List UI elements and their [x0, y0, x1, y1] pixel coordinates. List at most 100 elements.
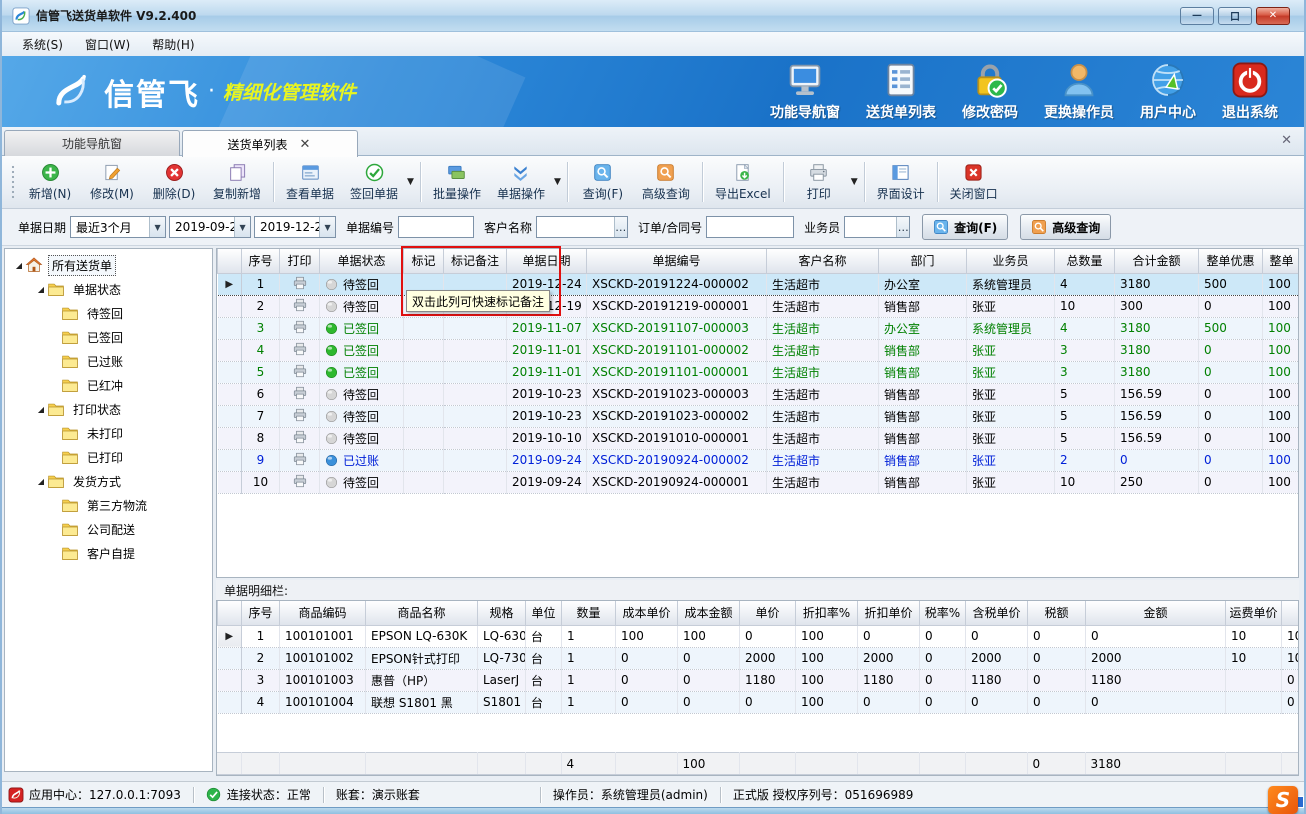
tree-item-已打印[interactable]: 已打印: [5, 445, 212, 469]
tree-item-已过账[interactable]: 已过账: [5, 349, 212, 373]
detail-row-4[interactable]: 4100101004联想 S1801 黑S1801台1000100000000: [218, 691, 1300, 713]
order-row-5[interactable]: 5已签回2019-11-01XSCKD-20191101-000001生活超市销…: [218, 361, 1300, 383]
detail-col-header[interactable]: 单价: [740, 601, 796, 625]
toolbar-chevrons-down-button[interactable]: 单据操作: [489, 159, 553, 205]
banner-action-lock-check[interactable]: 修改密码: [962, 62, 1018, 122]
strip-close-icon[interactable]: ✕: [1281, 133, 1292, 148]
minimize-button[interactable]: —: [1180, 7, 1214, 25]
detail-col-header[interactable]: 税额: [1028, 601, 1086, 625]
detail-col-header[interactable]: 商品名称: [366, 601, 478, 625]
tree-item-已红冲[interactable]: 已红冲: [5, 373, 212, 397]
order-row-3[interactable]: 3已签回2019-11-07XSCKD-20191107-000003生活超市办…: [218, 317, 1300, 339]
toolbar-copy-button[interactable]: 复制新增: [205, 159, 269, 205]
order-row-10[interactable]: 10待签回2019-09-24XSCKD-20190924-000001生活超市…: [218, 471, 1300, 493]
banner-action-power[interactable]: 退出系统: [1222, 62, 1278, 122]
tree-expander-icon[interactable]: ◢: [35, 285, 47, 294]
detail-col-header[interactable]: [1282, 601, 1300, 625]
banner-action-user[interactable]: 更换操作员: [1044, 62, 1114, 122]
main-col-header[interactable]: 标记: [404, 249, 444, 273]
tree-item-所有送货单[interactable]: ◢所有送货单: [5, 253, 212, 277]
toolbar-close-win-button[interactable]: 关闭窗口: [942, 159, 1006, 205]
mark-note-cell[interactable]: [444, 427, 507, 449]
detail-col-header[interactable]: 含税单价: [966, 601, 1028, 625]
dropdown-arrow-icon[interactable]: ▼: [407, 177, 414, 187]
tree-item-待签回[interactable]: 待签回: [5, 301, 212, 325]
mark-cell[interactable]: [404, 449, 444, 471]
main-col-header[interactable]: 单据状态: [320, 249, 404, 273]
tree-item-单据状态[interactable]: ◢单据状态: [5, 277, 212, 301]
date-to-select[interactable]: 2019-12-24▼: [254, 216, 336, 238]
tree-expander-icon[interactable]: ◢: [35, 477, 47, 486]
mark-cell[interactable]: [404, 383, 444, 405]
print-status-icon[interactable]: [292, 276, 307, 290]
print-status-icon[interactable]: [292, 364, 307, 378]
detail-row-3[interactable]: 3100101003惠普（HP）LaserJ台10011801001180011…: [218, 669, 1300, 691]
tree-item-公司配送[interactable]: 公司配送: [5, 517, 212, 541]
main-col-header[interactable]: 部门: [879, 249, 967, 273]
print-status-icon[interactable]: [292, 474, 307, 488]
detail-col-header[interactable]: 商品编码: [280, 601, 366, 625]
customer-input[interactable]: …: [536, 216, 628, 238]
print-status-icon[interactable]: [292, 298, 307, 312]
main-col-header[interactable]: 整单优惠: [1199, 249, 1263, 273]
tree-expander-icon[interactable]: ◢: [13, 261, 25, 270]
toolbar-batch-button[interactable]: 批量操作: [425, 159, 489, 205]
main-col-header[interactable]: 业务员: [967, 249, 1055, 273]
lookup-ellipsis-button[interactable]: …: [896, 217, 909, 237]
tree-item-打印状态[interactable]: ◢打印状态: [5, 397, 212, 421]
main-col-header[interactable]: 合计金额: [1115, 249, 1199, 273]
detail-col-header[interactable]: 成本单价: [616, 601, 678, 625]
main-col-header[interactable]: [218, 249, 242, 273]
mark-cell[interactable]: [404, 339, 444, 361]
menu-item-0[interactable]: 系统(S): [12, 33, 73, 56]
banner-action-globe[interactable]: 用户中心: [1140, 62, 1196, 122]
order-row-1[interactable]: ▶1待签回2019-12-24XSCKD-20191224-000002生活超市…: [218, 273, 1300, 295]
detail-col-header[interactable]: 金额: [1086, 601, 1226, 625]
banner-action-monitor[interactable]: 功能导航窗: [770, 62, 840, 122]
mark-note-cell[interactable]: [444, 317, 507, 339]
tree-item-已签回[interactable]: 已签回: [5, 325, 212, 349]
date-from-select[interactable]: 2019-09-24▼: [169, 216, 251, 238]
main-col-header[interactable]: 序号: [242, 249, 280, 273]
detail-col-header[interactable]: 税率%: [920, 601, 966, 625]
detail-col-header[interactable]: 折扣单价: [858, 601, 920, 625]
tree-item-第三方物流[interactable]: 第三方物流: [5, 493, 212, 517]
toolbar-delete-button[interactable]: 删除(D): [143, 159, 205, 205]
mark-cell[interactable]: [404, 405, 444, 427]
banner-action-list[interactable]: 送货单列表: [866, 62, 936, 122]
order-no-input[interactable]: [706, 216, 794, 238]
order-row-2[interactable]: 2待签回2019-12-19XSCKD-20191219-000001生活超市销…: [218, 295, 1300, 317]
detail-col-header[interactable]: 数量: [562, 601, 616, 625]
order-row-7[interactable]: 7待签回2019-10-23XSCKD-20191023-000002生活超市销…: [218, 405, 1300, 427]
mark-note-cell[interactable]: [444, 383, 507, 405]
tab-0[interactable]: 功能导航窗: [4, 130, 180, 156]
toolbar-design-button[interactable]: 界面设计: [869, 159, 933, 205]
advanced-query-button[interactable]: 高级查询: [1020, 214, 1111, 240]
mark-cell[interactable]: [404, 317, 444, 339]
chevron-down-icon[interactable]: ▼: [234, 217, 250, 237]
print-status-icon[interactable]: [292, 452, 307, 466]
close-button[interactable]: ✕: [1256, 7, 1290, 25]
order-row-6[interactable]: 6待签回2019-10-23XSCKD-20191023-000003生活超市销…: [218, 383, 1300, 405]
tree-expander-icon[interactable]: ◢: [35, 405, 47, 414]
maximize-button[interactable]: 口: [1218, 7, 1252, 25]
toolbar-search-blue-button[interactable]: 查询(F): [572, 159, 634, 205]
toolbar-excel-button[interactable]: 导出Excel: [707, 159, 779, 205]
print-status-icon[interactable]: [292, 342, 307, 356]
toolbar-search-orange-button[interactable]: 高级查询: [634, 159, 698, 205]
mark-cell[interactable]: [404, 427, 444, 449]
menu-item-2[interactable]: 帮助(H): [142, 33, 204, 56]
chevron-down-icon[interactable]: ▼: [319, 217, 335, 237]
order-row-4[interactable]: 4已签回2019-11-01XSCKD-20191101-000002生活超市销…: [218, 339, 1300, 361]
tab-close-icon[interactable]: ✕: [298, 137, 313, 152]
main-col-header[interactable]: 单据编号: [587, 249, 767, 273]
chevron-down-icon[interactable]: ▼: [149, 217, 165, 237]
mark-note-cell[interactable]: [444, 405, 507, 427]
main-col-header[interactable]: 总数量: [1055, 249, 1115, 273]
lookup-ellipsis-button[interactable]: …: [614, 217, 628, 237]
tab-1[interactable]: 送货单列表✕: [182, 130, 358, 157]
salesman-input[interactable]: …: [844, 216, 910, 238]
detail-col-header[interactable]: 运费单价: [1226, 601, 1282, 625]
detail-row-2[interactable]: 2100101002EPSON针式打印LQ-730台10020001002000…: [218, 647, 1300, 669]
tree-item-发货方式[interactable]: ◢发货方式: [5, 469, 212, 493]
